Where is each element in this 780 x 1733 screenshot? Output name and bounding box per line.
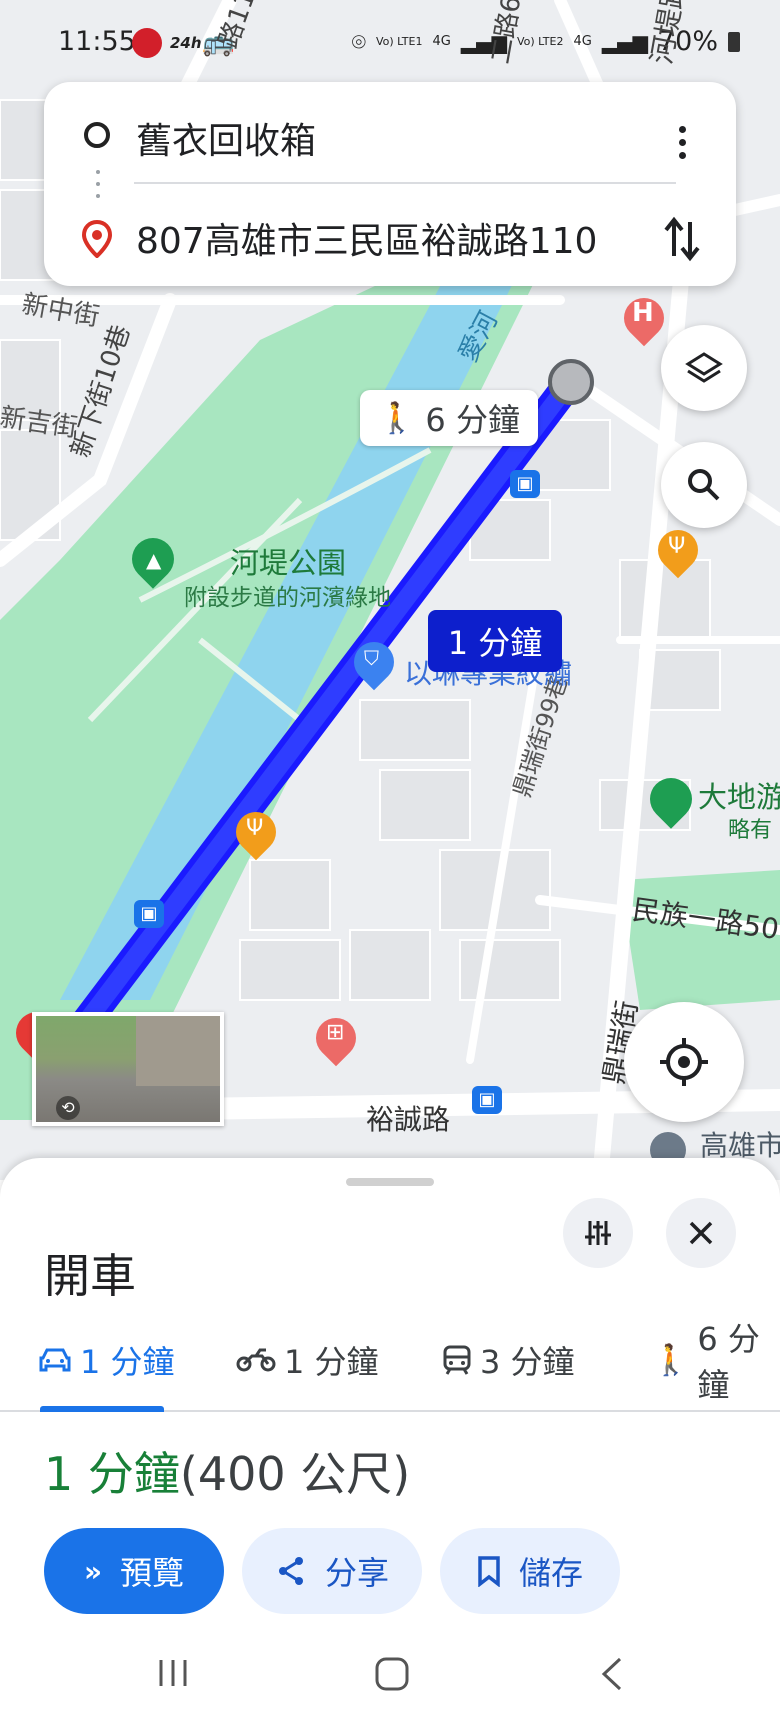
tab-walking[interactable]: 🚶 6 分鐘 [652, 1308, 780, 1412]
clinic-cross-icon: ⊞ [326, 1020, 345, 1045]
tab-walking-label: 6 分鐘 [697, 1320, 760, 1404]
bus-stop-icon[interactable]: ▣ [134, 900, 164, 928]
car-icon [39, 1348, 71, 1372]
more-dot [678, 125, 686, 133]
status-time: 11:55 [58, 26, 136, 57]
layers-button[interactable] [661, 325, 747, 411]
share-label: 分享 [324, 1554, 389, 1592]
connector-dot [96, 194, 100, 198]
swap-icon[interactable] [662, 214, 702, 264]
walk-icon: 🚶 [378, 400, 416, 436]
save-button[interactable]: 儲存 [440, 1528, 620, 1614]
tab-transit-label: 3 分鐘 [480, 1343, 575, 1381]
connector-dot [96, 182, 100, 186]
place-name-right[interactable]: 大地游 [698, 774, 780, 816]
24h-badge: 24h [170, 34, 202, 52]
sheet-drag-handle[interactable] [346, 1178, 434, 1186]
drive-time-label: 1 分鐘 [447, 624, 543, 662]
bookmark-icon [478, 1556, 500, 1587]
walk-time-bubble[interactable]: 🚶 6 分鐘 [360, 390, 538, 446]
travel-mode-tabs: 1 分鐘 1 分鐘 3 分鐘 🚶 6 分鐘 [0, 1308, 780, 1412]
route-duration: 1 分鐘 [44, 1447, 180, 1501]
layers-icon [685, 352, 723, 383]
utensils-icon: Ψ [246, 816, 264, 841]
walk-icon: 🚶 [652, 1342, 690, 1378]
close-button[interactable] [666, 1198, 736, 1268]
more-dot [678, 138, 686, 146]
street-view-thumbnail[interactable]: ⟲ [32, 1012, 224, 1126]
sim1-indicator: Vo) LTE1 [375, 35, 423, 48]
search-icon [688, 469, 720, 501]
system-nav-bar [0, 1610, 780, 1733]
sim2-indicator: Vo) LTE2 [516, 35, 564, 48]
route-options-button[interactable] [563, 1198, 633, 1268]
origin-circle-icon [84, 122, 110, 148]
save-label: 儲存 [518, 1554, 583, 1592]
route-distance: (400 公尺) [179, 1447, 411, 1501]
park-description: 附設步道的河濱綠地 [184, 585, 391, 611]
origin-field[interactable]: 舊衣回收箱 [136, 112, 316, 164]
preview-label: 預覽 [120, 1554, 185, 1592]
thumbnail-building [136, 1016, 220, 1086]
app-notification-icon [132, 28, 162, 58]
recent-apps-icon[interactable] [156, 1656, 190, 1690]
tab-motorcycle-label: 1 分鐘 [284, 1343, 379, 1381]
street-label-yucheng: 裕誠路 [366, 1103, 451, 1136]
home-icon[interactable] [374, 1656, 410, 1692]
more-options-button[interactable] [664, 112, 700, 172]
destination-field[interactable]: 807高雄市三民區裕誠路110 [136, 212, 597, 264]
destination-pin-icon [82, 220, 112, 258]
my-location-button[interactable] [624, 1002, 744, 1122]
connector-dot [96, 170, 100, 174]
card-divider [134, 182, 676, 184]
bus-stop-icon[interactable]: ▣ [510, 470, 540, 498]
utensils-icon: Ψ [668, 534, 686, 559]
shopping-bag-icon: ⛉ [364, 646, 379, 670]
back-icon[interactable] [598, 1656, 624, 1692]
train-icon [443, 1345, 471, 1375]
rotate-360-icon: ⟲ [56, 1096, 80, 1120]
sim2-network: 4G [573, 34, 592, 49]
battery-icon [728, 31, 740, 52]
motorcycle-icon [236, 1348, 276, 1372]
hospital-h-icon: H [632, 298, 654, 328]
preview-button[interactable]: » 預覽 [44, 1528, 224, 1614]
tree-icon: ▲ [146, 548, 162, 572]
sim1-network: 4G [432, 34, 451, 49]
more-dot [678, 151, 686, 159]
bus-stop-icon[interactable]: ▣ [472, 1086, 502, 1114]
share-button[interactable]: 分享 [242, 1528, 422, 1614]
tab-motorcycle[interactable]: 1 分鐘 [236, 1308, 379, 1412]
share-icon [278, 1557, 303, 1585]
park-name[interactable]: 河堤公園 [230, 540, 346, 582]
walk-time-label: 6 分鐘 [425, 401, 520, 439]
place-subtitle-right: 略有 [728, 818, 773, 843]
active-tab-indicator [40, 1406, 164, 1412]
close-icon [689, 1221, 713, 1245]
route-summary: 1 分鐘(400 公尺) [44, 1438, 410, 1504]
tune-icon [585, 1221, 611, 1245]
location-status-icon: ⌾ [351, 27, 366, 56]
tab-transit[interactable]: 3 分鐘 [442, 1308, 575, 1412]
drive-time-bubble[interactable]: 1 分鐘 [428, 610, 562, 672]
tab-driving[interactable]: 1 分鐘 [38, 1308, 175, 1412]
map-search-button[interactable] [661, 442, 747, 528]
double-chevron-icon: » [83, 1554, 103, 1588]
route-input-card: 舊衣回收箱 807高雄市三民區裕誠路110 [44, 82, 736, 286]
travel-mode-title: 開車 [44, 1249, 136, 1303]
tab-driving-label: 1 分鐘 [80, 1343, 175, 1381]
crosshair-icon [660, 1038, 708, 1086]
